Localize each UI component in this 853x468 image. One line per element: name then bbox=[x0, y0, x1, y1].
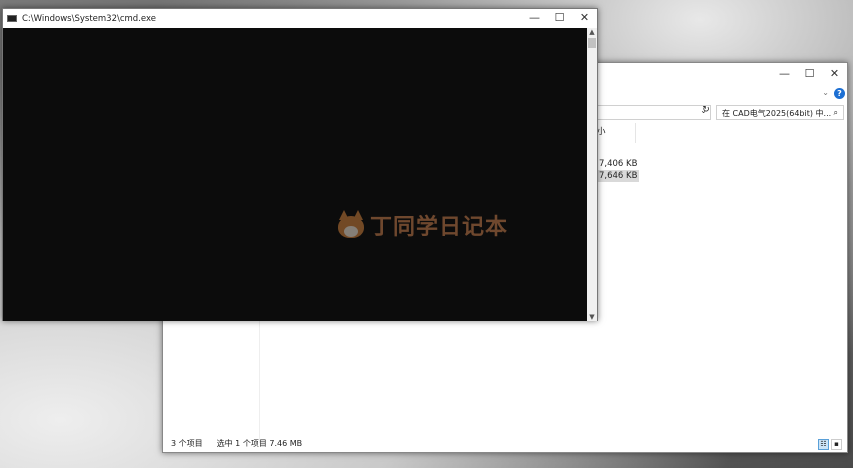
column-header-size[interactable]: 小 bbox=[597, 125, 606, 137]
tiles-view-icon[interactable]: ▪ bbox=[831, 439, 842, 450]
cmd-title: C:\Windows\System32\cmd.exe bbox=[22, 13, 156, 24]
maximize-button[interactable]: ☐ bbox=[797, 67, 822, 80]
cmd-title-bar[interactable]: C:\Windows\System32\cmd.exe bbox=[3, 9, 597, 28]
close-button[interactable]: ✕ bbox=[572, 11, 597, 24]
maximize-button[interactable]: ☐ bbox=[547, 11, 572, 24]
search-icon: ⌕ bbox=[833, 108, 838, 117]
expand-ribbon-icon[interactable]: ⌄ bbox=[822, 88, 829, 97]
console-area[interactable] bbox=[3, 28, 588, 321]
cmd-icon bbox=[7, 15, 17, 22]
explorer-window-controls: — ☐ ✕ bbox=[772, 67, 847, 80]
vertical-scrollbar[interactable]: ▲ ▼ bbox=[587, 28, 597, 321]
navigation-pane-divider[interactable] bbox=[259, 313, 260, 443]
cmd-window-controls: — ☐ ✕ bbox=[522, 11, 597, 24]
watermark-text: 丁同学日记本 bbox=[370, 215, 509, 240]
minimize-button[interactable]: — bbox=[522, 11, 547, 24]
watermark: 丁同学日记本 bbox=[336, 208, 508, 242]
file-row[interactable]: 7,406 KB bbox=[597, 158, 639, 170]
status-bar: 3 个项目 选中 1 个项目 7.46 MB bbox=[171, 438, 302, 449]
close-button[interactable]: ✕ bbox=[822, 67, 847, 80]
scroll-up-icon[interactable]: ▲ bbox=[587, 28, 597, 36]
view-switcher: ☷ ▪ bbox=[818, 439, 842, 450]
selection-info: 选中 1 个项目 7.46 MB bbox=[216, 439, 303, 448]
refresh-icon[interactable]: ↻ bbox=[699, 105, 713, 120]
address-bar[interactable]: ⌄ bbox=[583, 105, 711, 120]
help-icon[interactable]: ? bbox=[834, 88, 845, 99]
minimize-button[interactable]: — bbox=[772, 67, 797, 80]
details-view-icon[interactable]: ☷ bbox=[818, 439, 829, 450]
scroll-thumb[interactable] bbox=[588, 38, 596, 48]
file-row-selected[interactable]: 7,646 KB bbox=[597, 170, 640, 182]
file-size: 7,646 KB bbox=[599, 171, 638, 181]
scroll-down-icon[interactable]: ▼ bbox=[587, 313, 597, 321]
file-size: 7,406 KB bbox=[599, 159, 638, 169]
command-prompt-window: C:\Windows\System32\cmd.exe — ☐ ✕ ▲ ▼ bbox=[2, 8, 598, 321]
item-count: 3 个项目 bbox=[171, 439, 203, 448]
search-placeholder: 在 CAD电气2025(64bit) 中... bbox=[722, 109, 832, 118]
column-divider[interactable] bbox=[635, 123, 636, 143]
shiba-dog-logo-icon bbox=[336, 208, 366, 242]
search-input[interactable]: 在 CAD电气2025(64bit) 中... ⌕ bbox=[716, 105, 844, 120]
